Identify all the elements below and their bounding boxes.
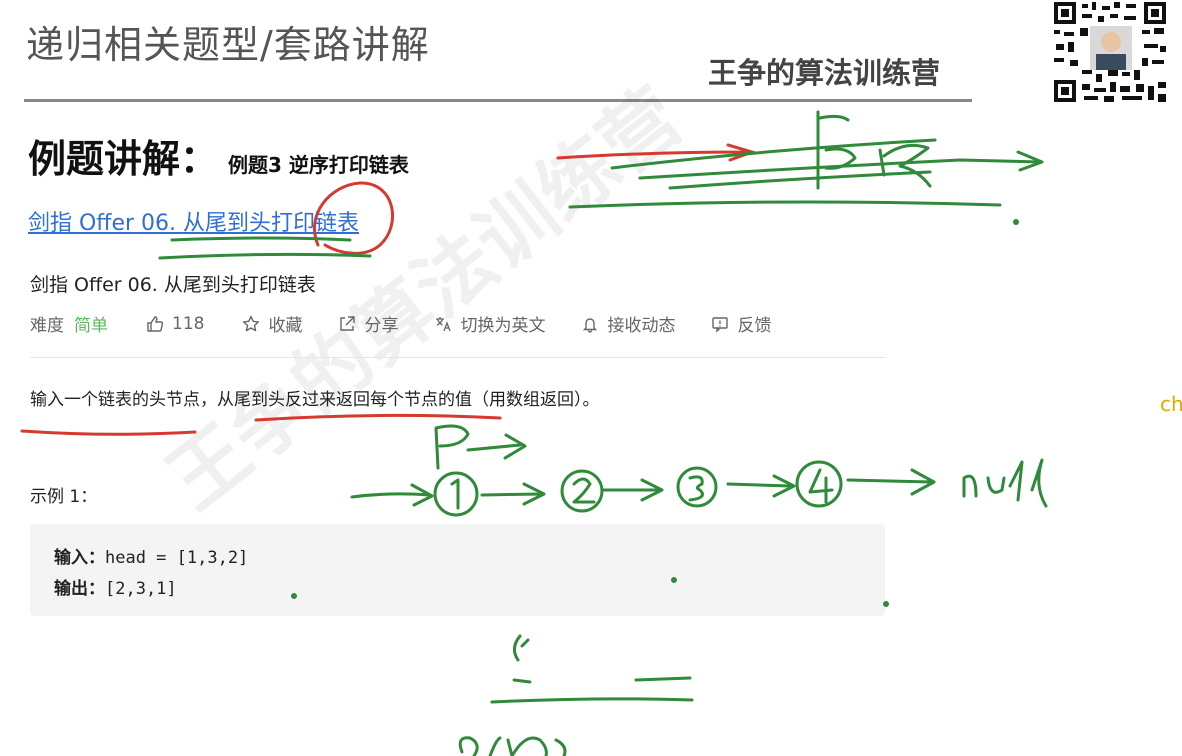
handwritten-annotations xyxy=(20,110,1048,756)
green-link-underline-1 xyxy=(170,236,352,242)
head-arrow xyxy=(350,483,434,507)
red-underline-2 xyxy=(254,413,502,422)
heading-sub: 例题3 逆序打印链表 xyxy=(228,153,409,177)
content-divider xyxy=(30,357,886,358)
example-output-label: 输出： xyxy=(54,579,105,599)
red-underline-1 xyxy=(20,429,197,436)
star-icon xyxy=(243,315,260,331)
pointer-p-glyph xyxy=(434,424,470,470)
favorite-label: 收藏 xyxy=(268,316,303,336)
switch-language-label: 切换为英文 xyxy=(460,316,546,336)
bottom-on-glyph xyxy=(458,736,567,756)
arrow-4-null xyxy=(846,468,936,496)
difficulty-label: 难度 xyxy=(30,316,64,336)
arrow-3-4 xyxy=(726,474,796,498)
example-input-value: head = [1,3,2] xyxy=(105,548,249,568)
green-glyph-2 xyxy=(878,143,932,188)
node-4-digit xyxy=(808,468,834,504)
like-button[interactable]: 118 xyxy=(146,314,204,334)
subscribe-button[interactable]: 接收动态 xyxy=(581,311,675,336)
arrow-1-2 xyxy=(480,482,546,506)
feedback-label: 反馈 xyxy=(737,316,772,336)
difficulty: 难度 简单 xyxy=(30,311,108,336)
bottom-mark-glyph xyxy=(512,634,532,684)
null-glyph xyxy=(962,458,1048,508)
side-text-fragment: ch xyxy=(1160,392,1182,416)
list-node-2 xyxy=(560,469,604,513)
heading-main: 例题讲解： xyxy=(28,137,219,181)
problem-meta-bar: 难度 简单 118 收藏 分享 切换为英文 接收动态 反馈 xyxy=(30,311,797,337)
qr-code xyxy=(1052,0,1168,104)
bottom-dash xyxy=(634,676,692,682)
arrow-2-3 xyxy=(602,478,664,502)
bell-icon xyxy=(583,317,598,333)
green-underline-top xyxy=(568,200,1002,209)
problem-description: 输入一个链表的头节点，从尾到头反过来返回每个节点的值（用数组返回）。 xyxy=(30,390,600,410)
share-icon xyxy=(340,315,356,331)
node-1-digit xyxy=(450,478,460,510)
section-heading: 例题讲解： 例题3 逆序打印链表 xyxy=(28,128,409,183)
example-input-label: 输入： xyxy=(54,548,105,568)
pointer-arrow xyxy=(466,433,527,460)
problem-title: 剑指 Offer 06. 从尾到头打印链表 xyxy=(30,274,316,296)
favorite-button[interactable]: 收藏 xyxy=(242,311,302,336)
problem-link[interactable]: 剑指 Offer 06. 从尾到头打印链表 xyxy=(28,205,359,237)
example-input-line: 输入：head = [1,3,2] xyxy=(54,543,248,568)
green-scribble-line-2 xyxy=(638,150,1044,180)
ink-dot-1 xyxy=(1013,219,1019,225)
green-glyph-1 xyxy=(816,110,857,190)
switch-language-button[interactable]: 切换为英文 xyxy=(434,311,545,336)
bottom-fraction-line xyxy=(490,697,694,704)
example-label: 示例 1： xyxy=(30,487,98,507)
translate-icon xyxy=(436,316,452,331)
feedback-icon xyxy=(712,316,729,333)
example-output-value: [2,3,1] xyxy=(105,579,177,599)
node-3-digit xyxy=(688,475,704,502)
list-node-4 xyxy=(795,460,843,508)
list-node-3 xyxy=(676,466,718,508)
brand-name: 王争的算法训练营 xyxy=(708,56,941,90)
share-label: 分享 xyxy=(364,316,399,336)
title-divider xyxy=(24,99,972,102)
like-count: 118 xyxy=(172,313,205,334)
thumbs-up-icon xyxy=(147,315,164,332)
green-scribble-line-1 xyxy=(610,138,937,170)
difficulty-value: 简单 xyxy=(74,316,108,336)
green-link-underline-2 xyxy=(158,252,372,260)
subscribe-label: 接收动态 xyxy=(607,316,676,336)
share-button[interactable]: 分享 xyxy=(338,311,398,336)
example-output-line: 输出：[2,3,1] xyxy=(54,574,177,599)
example-code-block: 输入：head = [1,3,2] 输出：[2,3,1] xyxy=(30,524,885,616)
node-2-digit xyxy=(572,477,596,504)
green-scribble-line-3 xyxy=(668,170,932,190)
list-node-1 xyxy=(433,471,479,517)
slide-title: 递归相关题型/套路讲解 xyxy=(26,23,430,67)
feedback-button[interactable]: 反馈 xyxy=(711,311,771,336)
red-arrow-stroke xyxy=(556,143,757,162)
